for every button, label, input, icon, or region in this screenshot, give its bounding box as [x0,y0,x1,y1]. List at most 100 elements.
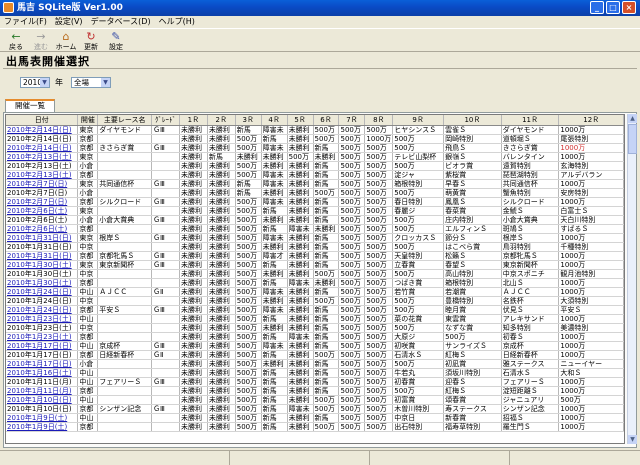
date-link[interactable]: 2010年1月31日(日) [6,251,79,261]
table-row[interactable]: 2010年2月7日(日) 京都 シルクロード ＧⅢ 未勝利 未勝利 500万 障害未 未勝利 新馬… [6,197,624,207]
date-link[interactable]: 2010年2月13日(土) [6,170,79,180]
table-row[interactable]: 2010年2月14日(日) 京都 きさらぎ賞 ＧⅢ 未勝利 未勝利 500万 障害未 未勝利 新馬… [6,143,624,153]
date-link[interactable]: 2010年1月16日(土) [6,368,79,378]
minimize-button[interactable]: _ [590,1,604,14]
menu-file[interactable]: ファイル(F) [0,16,51,28]
column-header[interactable]: 3Ｒ [235,115,262,126]
table-row[interactable]: 2010年1月23日(土) 中山 未勝利 未勝利 500万 新馬 未勝利 新馬 500万 500万… [6,314,624,324]
year-select[interactable]: 2010 ▼ [20,77,50,88]
column-header[interactable]: 7Ｒ [338,115,366,126]
date-link[interactable]: 2010年2月6日(土) [6,224,79,234]
home-button[interactable]: ⌂ ホーム [54,29,78,53]
table-row[interactable]: 2010年1月31日(日) 東京 根岸Ｓ ＧⅢ 未勝利 未勝利 500万 障害未 未勝利 新馬 50… [6,233,624,243]
table-row[interactable]: 2010年2月7日(日) 東京 共同通信杯 ＧⅢ 未勝利 未勝利 新馬 障害未 未勝利 新馬 500… [6,179,624,189]
table-row[interactable]: 2010年2月7日(日) 小倉 未勝利 未勝利 新馬 未勝利 未勝利 500万 500万 500万… [6,188,624,198]
column-header[interactable]: 日付 [6,115,79,126]
menu-database[interactable]: データベース(D) [87,16,155,28]
date-link[interactable]: 2010年2月7日(日) [6,197,79,207]
column-header[interactable]: 主要レース名 [97,115,153,126]
table-row[interactable]: 2010年2月6日(土) 小倉 小倉大賞典 ＧⅢ 未勝利 未勝利 500万 未勝利 未勝利 新馬 5… [6,215,624,225]
table-row[interactable]: 2010年1月9日(土) 京都 未勝利 未勝利 500万 新馬 未勝利 500万 500万 500… [6,422,624,432]
table-row[interactable]: 2010年1月30日(土) 東京 東京新聞杯 ＧⅢ 未勝利 未勝利 500万 新馬 未勝利 新馬 5… [6,260,624,270]
table-row[interactable]: 2010年1月24日(日) 中京 未勝利 未勝利 500万 未勝利 未勝利 500万 500万 5… [6,296,624,306]
table-row[interactable]: 2010年2月13日(土) 東京 未勝利 新馬 未勝利 未勝利 500万 未勝利 500万 500… [6,152,624,162]
table-row[interactable]: 2010年1月23日(土) 京都 未勝利 未勝利 500万 新馬 障害未 新馬 500万 500万… [6,332,624,342]
date-link[interactable]: 2010年1月30日(土) [6,260,79,270]
column-header[interactable]: 2Ｒ [207,115,236,126]
table-row[interactable]: 2010年2月14日(日) 東京 ダイヤモンド ＧⅢ 未勝利 未勝利 新馬 障害未 未勝利 500… [6,125,624,135]
table-row[interactable]: 2010年2月13日(土) 京都 未勝利 未勝利 500万 障害未 未勝利 新馬 500万 500… [6,170,624,180]
date-link[interactable]: 2010年1月23日(土) [6,314,79,324]
date-link[interactable]: 2010年1月23日(土) [6,323,79,333]
table-row[interactable]: 2010年1月24日(日) 中山 ＡＪＣＣ ＧⅡ 未勝利 未勝利 500万 障害未 未勝利 新馬 5… [6,287,624,297]
date-link[interactable]: 2010年1月11日(月) [6,386,79,396]
table-row[interactable]: 2010年1月30日(土) 中京 未勝利 未勝利 500万 未勝利 未勝利 500万 500万 5… [6,269,624,279]
column-header[interactable]: 開催 [77,115,99,126]
table-row[interactable]: 2010年1月11日(月) 中山 フェアリーＳ ＧⅢ 未勝利 未勝利 500万 新馬 未勝利 新馬… [6,377,624,387]
table-row[interactable]: 2010年1月16日(土) 中山 未勝利 未勝利 500万 新馬 未勝利 新馬 500万 500万… [6,368,624,378]
date-link[interactable]: 2010年2月6日(土) [6,206,79,216]
column-header[interactable]: 12Ｒ [558,115,624,126]
table-row[interactable]: 2010年1月23日(土) 中京 未勝利 未勝利 500万 未勝利 未勝利 新馬 500万 500… [6,323,624,333]
date-link[interactable]: 2010年1月24日(日) [6,287,79,297]
date-link[interactable]: 2010年1月24日(日) [6,305,79,315]
date-link[interactable]: 2010年1月30日(土) [6,278,79,288]
table-row[interactable]: 2010年2月6日(土) 東京 未勝利 未勝利 500万 新馬 未勝利 新馬 500万 500万春… [6,206,624,216]
column-header[interactable]: 1Ｒ [179,115,208,126]
refresh-button[interactable]: ↻ 更新 [79,29,103,53]
scroll-thumb[interactable] [628,124,637,154]
vertical-scrollbar[interactable]: ▲ ▼ [627,114,637,444]
table-row[interactable]: 2010年1月31日(日) 京都 京都牝馬Ｓ ＧⅢ 未勝利 未勝利 500万 障害才 未勝利 新馬… [6,251,624,261]
table-row[interactable]: 2010年2月14日(日) 京都 未勝利 未勝利 500万 新馬 未勝利 500万 500万 10… [6,134,624,144]
table-row[interactable]: 2010年1月10日(日) 中山 未勝利 未勝利 500万 新馬 未勝利 500万 500万 50… [6,395,624,405]
column-header[interactable]: 8Ｒ [364,115,394,126]
column-header[interactable]: 4Ｒ [261,115,288,126]
table-row[interactable]: 2010年1月17日(日) 中山 京成杯 ＧⅢ 未勝利 未勝利 500万 障害未 未勝利 新馬 50… [6,341,624,351]
table-row[interactable]: 2010年1月31日(日) 中京 未勝利 未勝利 500万 未勝利 未勝利 新馬 500万 500… [6,242,624,252]
column-header[interactable]: 10Ｒ [443,115,502,126]
date-link[interactable]: 2010年1月30日(土) [6,269,79,279]
table-row[interactable]: 2010年1月30日(土) 京都 未勝利 未勝利 500万 新馬 障害未 未勝利 500万 500… [6,278,624,288]
date-link[interactable]: 2010年2月14日(日) [6,143,79,153]
date-link[interactable]: 2010年2月14日(日) [6,125,79,135]
table-row[interactable]: 2010年1月24日(日) 京都 平安Ｓ ＧⅢ 未勝利 未勝利 500万 障害未 未勝利 新馬 50… [6,305,624,315]
date-link[interactable]: 2010年2月7日(日) [6,179,79,189]
date-link[interactable]: 2010年1月10日(日) [6,404,79,414]
tab-kaisai-list[interactable]: 開催一覧 [5,99,55,112]
menu-settings[interactable]: 設定(V) [51,16,87,28]
date-link[interactable]: 2010年1月31日(日) [6,242,79,252]
date-link[interactable]: 2010年1月24日(日) [6,296,79,306]
date-link[interactable]: 2010年1月11日(月) [6,377,79,387]
settings-button[interactable]: ✎ 設定 [104,29,128,53]
column-header[interactable]: 9Ｒ [392,115,445,126]
table-row[interactable]: 2010年2月6日(土) 京都 未勝利 未勝利 500万 新馬 障害未 未勝利 500万 500万… [6,224,624,234]
table-row[interactable]: 2010年1月11日(月) 京都 未勝利 未勝利 500万 新馬 未勝利 新馬 500万 500万… [6,386,624,396]
close-button[interactable]: × [622,1,636,14]
date-link[interactable]: 2010年1月31日(日) [6,233,79,243]
table-row[interactable]: 2010年1月9日(土) 中山 未勝利 未勝利 500万 新馬 未勝利 新馬 500万 500万中… [6,413,624,423]
date-link[interactable]: 2010年2月14日(日) [6,134,79,144]
table-row[interactable]: 2010年1月10日(日) 京都 シンザン記念 ＧⅢ 未勝利 未勝利 500万 新馬 障害未 50… [6,404,624,414]
scroll-down-icon[interactable]: ▼ [628,435,637,444]
date-link[interactable]: 2010年2月6日(土) [6,215,79,225]
date-link[interactable]: 2010年2月13日(土) [6,152,79,162]
forward-button[interactable]: → 進む [29,29,53,53]
place-select[interactable]: 全場 ▼ [71,77,111,88]
date-link[interactable]: 2010年1月23日(土) [6,332,79,342]
column-header[interactable]: 5Ｒ [287,115,314,126]
date-link[interactable]: 2010年1月17日(日) [6,341,79,351]
table-row[interactable]: 2010年2月13日(土) 小倉 未勝利 未勝利 500万 未勝利 未勝利 新馬 500万 500… [6,161,624,171]
table-row[interactable]: 2010年1月17日(日) 小倉 未勝利 未勝利 500万 未勝利 未勝利 新馬 500万 500… [6,359,624,369]
column-header[interactable]: 6Ｒ [313,115,340,126]
date-link[interactable]: 2010年1月10日(日) [6,395,79,405]
column-header[interactable]: ｸﾞﾚｰﾄﾞ [151,115,180,126]
column-header[interactable]: 11Ｒ [501,115,560,126]
table-row[interactable]: 2010年1月17日(日) 京都 日経新春杯 ＧⅡ 未勝利 未勝利 500万 新馬 未勝利 500… [6,350,624,360]
date-link[interactable]: 2010年2月7日(日) [6,188,79,198]
date-link[interactable]: 2010年2月13日(土) [6,161,79,171]
back-button[interactable]: ← 戻る [4,29,28,53]
date-link[interactable]: 2010年1月9日(土) [6,422,79,432]
menu-help[interactable]: ヘルプ(H) [155,16,199,28]
scroll-up-icon[interactable]: ▲ [628,114,637,123]
date-link[interactable]: 2010年1月9日(土) [6,413,79,423]
